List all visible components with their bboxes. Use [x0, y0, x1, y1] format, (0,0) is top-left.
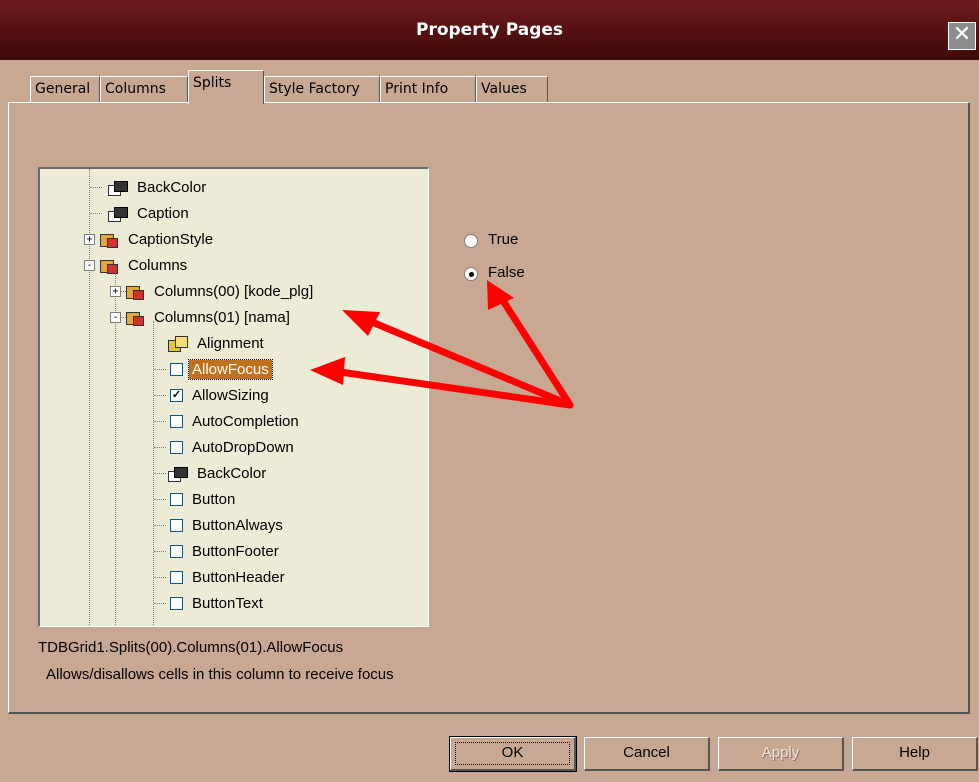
- tab-label: Splits: [193, 75, 232, 91]
- tab-splits[interactable]: Splits: [188, 70, 264, 104]
- annotation-arrows: [310, 280, 574, 409]
